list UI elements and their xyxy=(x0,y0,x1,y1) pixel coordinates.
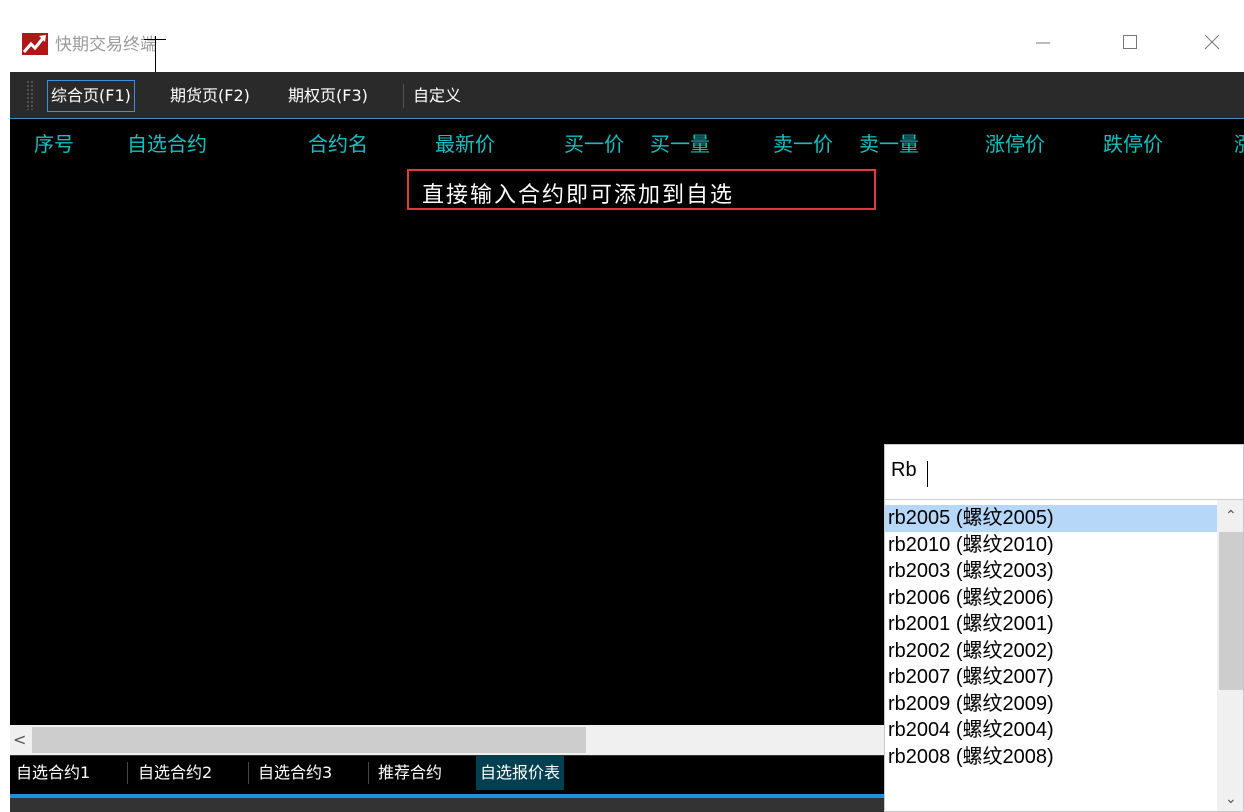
col-header-change[interactable]: 涨 xyxy=(1234,128,1244,157)
header-divider xyxy=(10,118,1244,119)
suggestion-item[interactable]: rb2004 (螺纹2004) xyxy=(885,717,1219,744)
col-header-limit-up[interactable]: 涨停价 xyxy=(985,128,1045,157)
tab-overview[interactable]: 综合页(F1) xyxy=(47,80,135,112)
contract-search-input[interactable]: Rb xyxy=(891,459,917,482)
suggestion-item[interactable]: rb2010 (螺纹2010) xyxy=(885,532,1219,559)
hint-annotation: 直接输入合约即可添加到自选 xyxy=(407,169,876,210)
sheet-tab-bar: 自选合约1 自选合约2 自选合约3 推荐合约 自选报价表 xyxy=(10,755,884,792)
horizontal-scroll-thumb[interactable] xyxy=(32,727,586,753)
suggestion-item[interactable]: rb2007 (螺纹2007) xyxy=(885,664,1219,691)
sheet-tab-quote-table[interactable]: 自选报价表 xyxy=(476,756,565,790)
menu-divider xyxy=(403,84,404,108)
title-bar: 快期交易终端 xyxy=(10,10,1244,72)
text-caret xyxy=(927,461,928,487)
col-header-limit-down[interactable]: 跌停价 xyxy=(1103,128,1163,157)
col-header-contract-name[interactable]: 合约名 xyxy=(308,128,368,157)
col-header-ask-volume[interactable]: 卖一量 xyxy=(859,128,919,157)
scroll-down-icon[interactable]: ⌄ xyxy=(1225,791,1237,807)
maximize-icon xyxy=(1123,35,1137,49)
col-header-bid-price[interactable]: 买一价 xyxy=(564,128,624,157)
hint-text: 直接输入合约即可添加到自选 xyxy=(422,183,735,208)
col-header-ask-price[interactable]: 卖一价 xyxy=(773,128,833,157)
tab-custom[interactable]: 自定义 xyxy=(410,80,464,112)
minimize-icon xyxy=(1036,42,1050,44)
maximize-button[interactable] xyxy=(1110,24,1150,60)
text-cursor-icon xyxy=(155,36,156,72)
suggestion-item[interactable]: rb2008 (螺纹2008) xyxy=(885,744,1219,771)
app-window: 快期交易终端 综合页(F1) 期货页(F2) 期权页(F3) 自定义 序号 自选… xyxy=(10,10,1244,812)
suggestion-item[interactable]: rb2003 (螺纹2003) xyxy=(885,558,1219,585)
horizontal-scrollbar[interactable]: < xyxy=(10,725,884,755)
tab-options[interactable]: 期权页(F3) xyxy=(285,80,371,112)
suggestion-item[interactable]: rb2006 (螺纹2006) xyxy=(885,585,1219,612)
sheet-tab-recommended[interactable]: 推荐合约 xyxy=(374,756,446,790)
minimize-button[interactable] xyxy=(1023,24,1063,60)
close-button[interactable] xyxy=(1192,24,1232,60)
sheet-tab-watchlist-2[interactable]: 自选合约2 xyxy=(134,756,216,790)
scroll-left-icon[interactable]: < xyxy=(13,730,26,749)
suggestion-item[interactable]: rb2005 (螺纹2005) xyxy=(885,505,1219,532)
suggestion-item[interactable]: rb2001 (螺纹2001) xyxy=(885,611,1219,638)
status-bar xyxy=(10,798,884,812)
close-icon xyxy=(1204,34,1220,50)
col-header-watch-contract[interactable]: 自选合约 xyxy=(127,128,207,157)
toolbar-grip-icon[interactable] xyxy=(26,80,34,110)
scroll-up-icon[interactable]: ⌃ xyxy=(1225,508,1237,524)
window-title: 快期交易终端 xyxy=(55,35,157,55)
col-header-index[interactable]: 序号 xyxy=(34,128,74,157)
page-tab-bar: 综合页(F1) 期货页(F2) 期权页(F3) 自定义 xyxy=(10,72,1244,118)
app-logo-icon xyxy=(22,33,48,55)
vertical-scrollbar[interactable]: ⌃ ⌄ xyxy=(1217,500,1243,811)
suggestion-item[interactable]: rb2009 (螺纹2009) xyxy=(885,691,1219,718)
col-header-bid-volume[interactable]: 买一量 xyxy=(650,128,710,157)
sheet-tab-watchlist-1[interactable]: 自选合约1 xyxy=(12,756,94,790)
tab-futures[interactable]: 期货页(F2) xyxy=(167,80,253,112)
col-header-last-price[interactable]: 最新价 xyxy=(435,128,495,157)
vertical-scroll-thumb[interactable] xyxy=(1219,532,1243,690)
suggestion-item[interactable]: rb2002 (螺纹2002) xyxy=(885,638,1219,665)
sheet-tab-watchlist-3[interactable]: 自选合约3 xyxy=(254,756,336,790)
contract-search-popup: Rb rb2005 (螺纹2005) rb2010 (螺纹2010) rb200… xyxy=(884,444,1244,812)
contract-suggestion-list: rb2005 (螺纹2005) rb2010 (螺纹2010) rb2003 (… xyxy=(885,505,1219,770)
